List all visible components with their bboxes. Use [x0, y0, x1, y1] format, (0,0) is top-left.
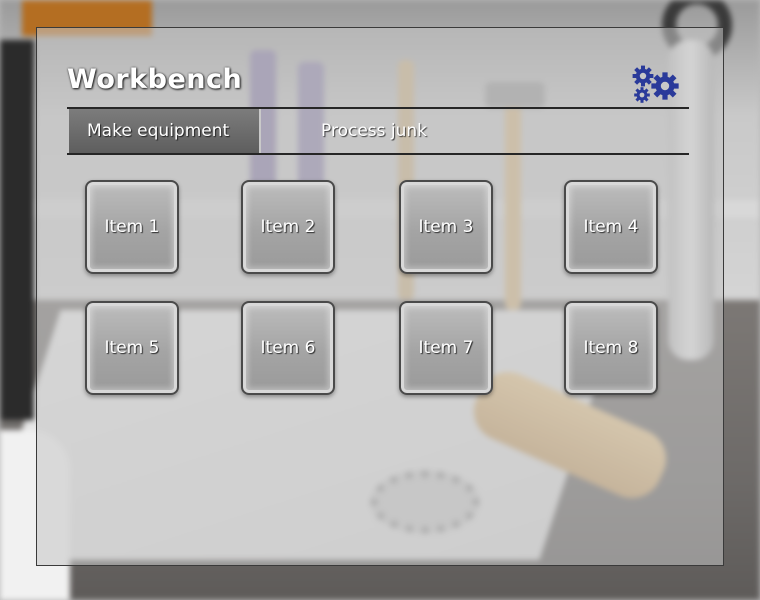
item-slot-7[interactable]: Item 7: [399, 301, 493, 395]
item-label: Item 6: [260, 338, 316, 358]
item-slot-8[interactable]: Item 8: [564, 301, 658, 395]
item-label: Item 2: [260, 217, 316, 237]
item-slot-5[interactable]: Item 5: [85, 301, 179, 395]
item-label: Item 4: [583, 217, 639, 237]
item-label: Item 5: [104, 338, 160, 358]
item-slot-1[interactable]: Item 1: [85, 180, 179, 274]
background-dark-object: [0, 40, 34, 420]
item-label: Item 1: [104, 217, 160, 237]
gears-icon[interactable]: [629, 64, 687, 104]
panel-title: Workbench: [67, 64, 243, 95]
item-slot-3[interactable]: Item 3: [399, 180, 493, 274]
tab-make-equipment[interactable]: Make equipment: [69, 109, 261, 153]
item-slot-2[interactable]: Item 2: [241, 180, 335, 274]
tab-bar: Make equipment Process junk: [67, 109, 689, 153]
tab-process-junk[interactable]: Process junk: [321, 109, 501, 153]
item-slot-6[interactable]: Item 6: [241, 301, 335, 395]
workbench-panel: Workbench Make equipment Process junk It…: [36, 27, 724, 566]
item-label: Item 7: [418, 338, 474, 358]
item-label: Item 8: [583, 338, 639, 358]
tab-divider-bottom: [67, 153, 689, 155]
item-label: Item 3: [418, 217, 474, 237]
item-slot-4[interactable]: Item 4: [564, 180, 658, 274]
